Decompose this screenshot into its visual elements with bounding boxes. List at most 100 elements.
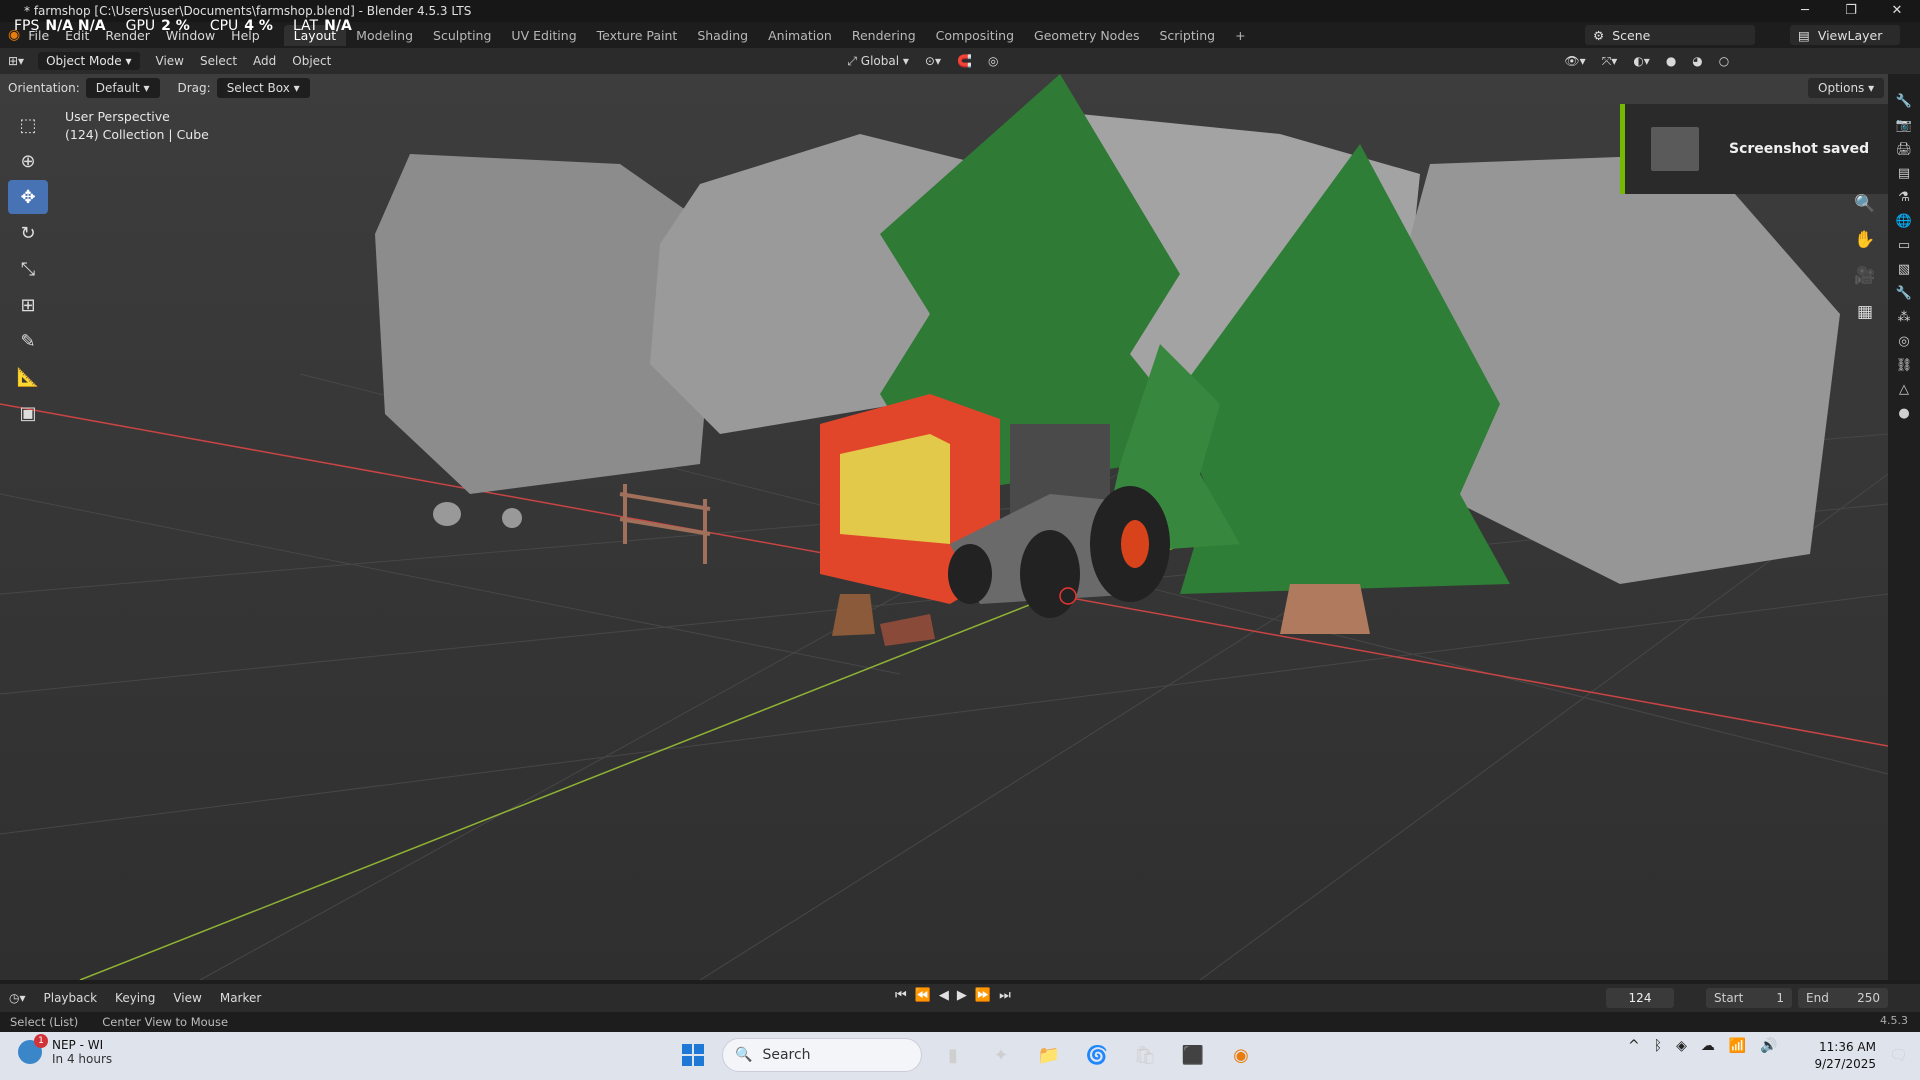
edge-browser-icon[interactable]: 🌀 [1080,1038,1114,1072]
wifi-icon[interactable]: 📶 [1729,1038,1746,1054]
taskbar-clock[interactable]: 11:36 AM 9/27/2025 [1814,1039,1876,1073]
end-frame-field[interactable]: End 250 [1798,988,1888,1008]
tray-overflow-icon[interactable]: ^ [1628,1038,1640,1054]
search-icon: 🔍 [735,1047,753,1063]
task-view-icon[interactable]: ▮ [936,1038,970,1072]
tab-shading[interactable]: Shading [687,25,758,46]
tool-properties-icon[interactable]: 🔧 [1896,94,1912,109]
shading-rendered-icon[interactable]: ○ [1711,52,1737,70]
options-dropdown[interactable]: Options ▾ [1808,78,1885,98]
menu-playback[interactable]: Playback [35,991,107,1005]
proportional-edit-icon[interactable]: ◎ [980,52,1006,70]
file-explorer-icon[interactable]: 📁 [1032,1038,1066,1072]
modifier-properties-icon[interactable]: 🔧 [1896,286,1912,301]
tab-sculpting[interactable]: Sculpting [423,25,501,46]
tab-modeling[interactable]: Modeling [346,25,423,46]
constraints-properties-icon[interactable]: ⛓ [1896,358,1913,373]
camera-view-icon[interactable]: 🎥 [1850,262,1880,290]
jump-end-icon[interactable]: ⏭ [999,988,1011,1003]
transform-tool-icon[interactable]: ⊞ [8,288,48,322]
timeline-editor-icon[interactable]: ◷▾ [0,991,35,1005]
menu-marker[interactable]: Marker [211,991,270,1005]
menu-timeline-view[interactable]: View [164,991,210,1005]
output-properties-icon[interactable]: 🖨 [1896,142,1913,157]
viewlayer-selector[interactable]: ▤ ViewLayer [1790,25,1900,45]
rotate-tool-icon[interactable]: ↻ [8,216,48,250]
scale-tool-icon[interactable]: ⤡ [8,252,48,286]
taskbar-search[interactable]: 🔍 Search [722,1038,922,1072]
weather-title: NEP - WI [52,1038,104,1052]
physics-properties-icon[interactable]: ◎ [1898,334,1909,349]
volume-icon[interactable]: 🔊 [1760,1038,1777,1054]
tab-geometry-nodes[interactable]: Geometry Nodes [1024,25,1149,46]
measure-tool-icon[interactable]: 📐 [8,360,48,394]
screenshot-notification[interactable]: Screenshot saved [1620,104,1888,194]
blender-taskbar-icon[interactable]: ◉ [1224,1038,1258,1072]
object-properties-icon[interactable]: ▧ [1898,262,1910,277]
ortho-grid-icon[interactable]: ▦ [1850,298,1880,326]
jump-start-icon[interactable]: ⏮ [895,988,907,1003]
bluetooth-icon[interactable]: ᛒ [1654,1038,1662,1054]
prev-keyframe-icon[interactable]: ⏪ [915,988,931,1003]
drag-dropdown[interactable]: Select Box ▾ [216,78,310,98]
menu-keying[interactable]: Keying [106,991,164,1005]
3d-viewport[interactable] [0,74,1888,980]
cursor-tool-icon[interactable]: ⊕ [8,144,48,178]
menu-select[interactable]: Select [192,52,245,70]
shading-material-icon[interactable]: ◕ [1684,52,1710,70]
pan-hand-icon[interactable]: ✋ [1850,226,1880,254]
notification-center-icon[interactable]: 🗨 [1889,1046,1908,1064]
mode-dropdown[interactable]: Object Mode ▾ [38,52,140,70]
start-frame-field[interactable]: Start 1 [1706,988,1792,1008]
tab-scripting[interactable]: Scripting [1149,25,1225,46]
orientation-dropdown[interactable]: Default ▾ [85,78,160,98]
maximize-button[interactable]: ❐ [1828,0,1874,22]
material-properties-icon[interactable]: ● [1898,406,1909,421]
tab-animation[interactable]: Animation [758,25,842,46]
tab-rendering[interactable]: Rendering [842,25,926,46]
snap-icon[interactable]: 🧲 [949,52,980,70]
next-keyframe-icon[interactable]: ⏩ [975,988,991,1003]
shading-solid-icon[interactable]: ● [1658,52,1684,70]
tab-texture-paint[interactable]: Texture Paint [587,25,688,46]
windows-start-icon[interactable] [678,1040,708,1070]
move-tool-icon[interactable]: ✥ [8,180,48,214]
play-reverse-icon[interactable]: ◀ [939,988,949,1003]
end-label: End [1806,991,1829,1005]
overlay-icon[interactable]: ◐▾ [1625,52,1658,70]
menu-object[interactable]: Object [284,52,339,70]
microsoft-store-icon[interactable]: 🛍 [1128,1038,1162,1072]
perspective-label: User Perspective [65,109,170,124]
transform-orientation-dropdown[interactable]: ⤢ Global ▾ [839,52,917,71]
weather-widget[interactable]: 1 NEP - WI In 4 hours [18,1034,112,1066]
zoom-icon[interactable]: 🔍 [1850,190,1880,218]
data-properties-icon[interactable]: △ [1899,382,1909,397]
nvidia-icon[interactable]: ◈ [1676,1038,1687,1054]
onedrive-icon[interactable]: ☁ [1701,1038,1715,1054]
close-button[interactable]: ✕ [1874,0,1920,22]
minimize-button[interactable]: ─ [1782,0,1828,22]
visibility-icon[interactable]: 👁▾ [1556,52,1593,70]
scene-selector[interactable]: ⚙ Scene [1585,25,1755,45]
add-workspace-icon[interactable]: + [1225,25,1255,46]
world-properties-icon[interactable]: 🌐 [1896,214,1912,229]
add-cube-tool-icon[interactable]: ▣ [8,396,48,430]
tab-uv-editing[interactable]: UV Editing [501,25,586,46]
view-layer-properties-icon[interactable]: ▤ [1898,166,1910,181]
gizmo-icon[interactable]: ⤧▾ [1594,52,1626,71]
current-frame-field[interactable]: 124 [1606,988,1674,1008]
epic-games-icon[interactable]: ⬛ [1176,1038,1210,1072]
particles-properties-icon[interactable]: ⁂ [1898,310,1911,325]
tab-compositing[interactable]: Compositing [926,25,1024,46]
pivot-icon[interactable]: ⊙▾ [917,52,949,70]
render-properties-icon[interactable]: 📷 [1896,118,1912,133]
collection-properties-icon[interactable]: ▭ [1898,238,1910,253]
annotate-tool-icon[interactable]: ✎ [8,324,48,358]
menu-view[interactable]: View [148,52,192,70]
editor-type-icon[interactable]: ⊞▾ [0,52,32,70]
copilot-icon[interactable]: ✦ [984,1038,1018,1072]
scene-properties-icon[interactable]: ⚗ [1898,190,1910,205]
select-box-tool-icon[interactable]: ⬚ [8,108,48,142]
play-icon[interactable]: ▶ [957,988,967,1003]
menu-add[interactable]: Add [245,52,284,70]
